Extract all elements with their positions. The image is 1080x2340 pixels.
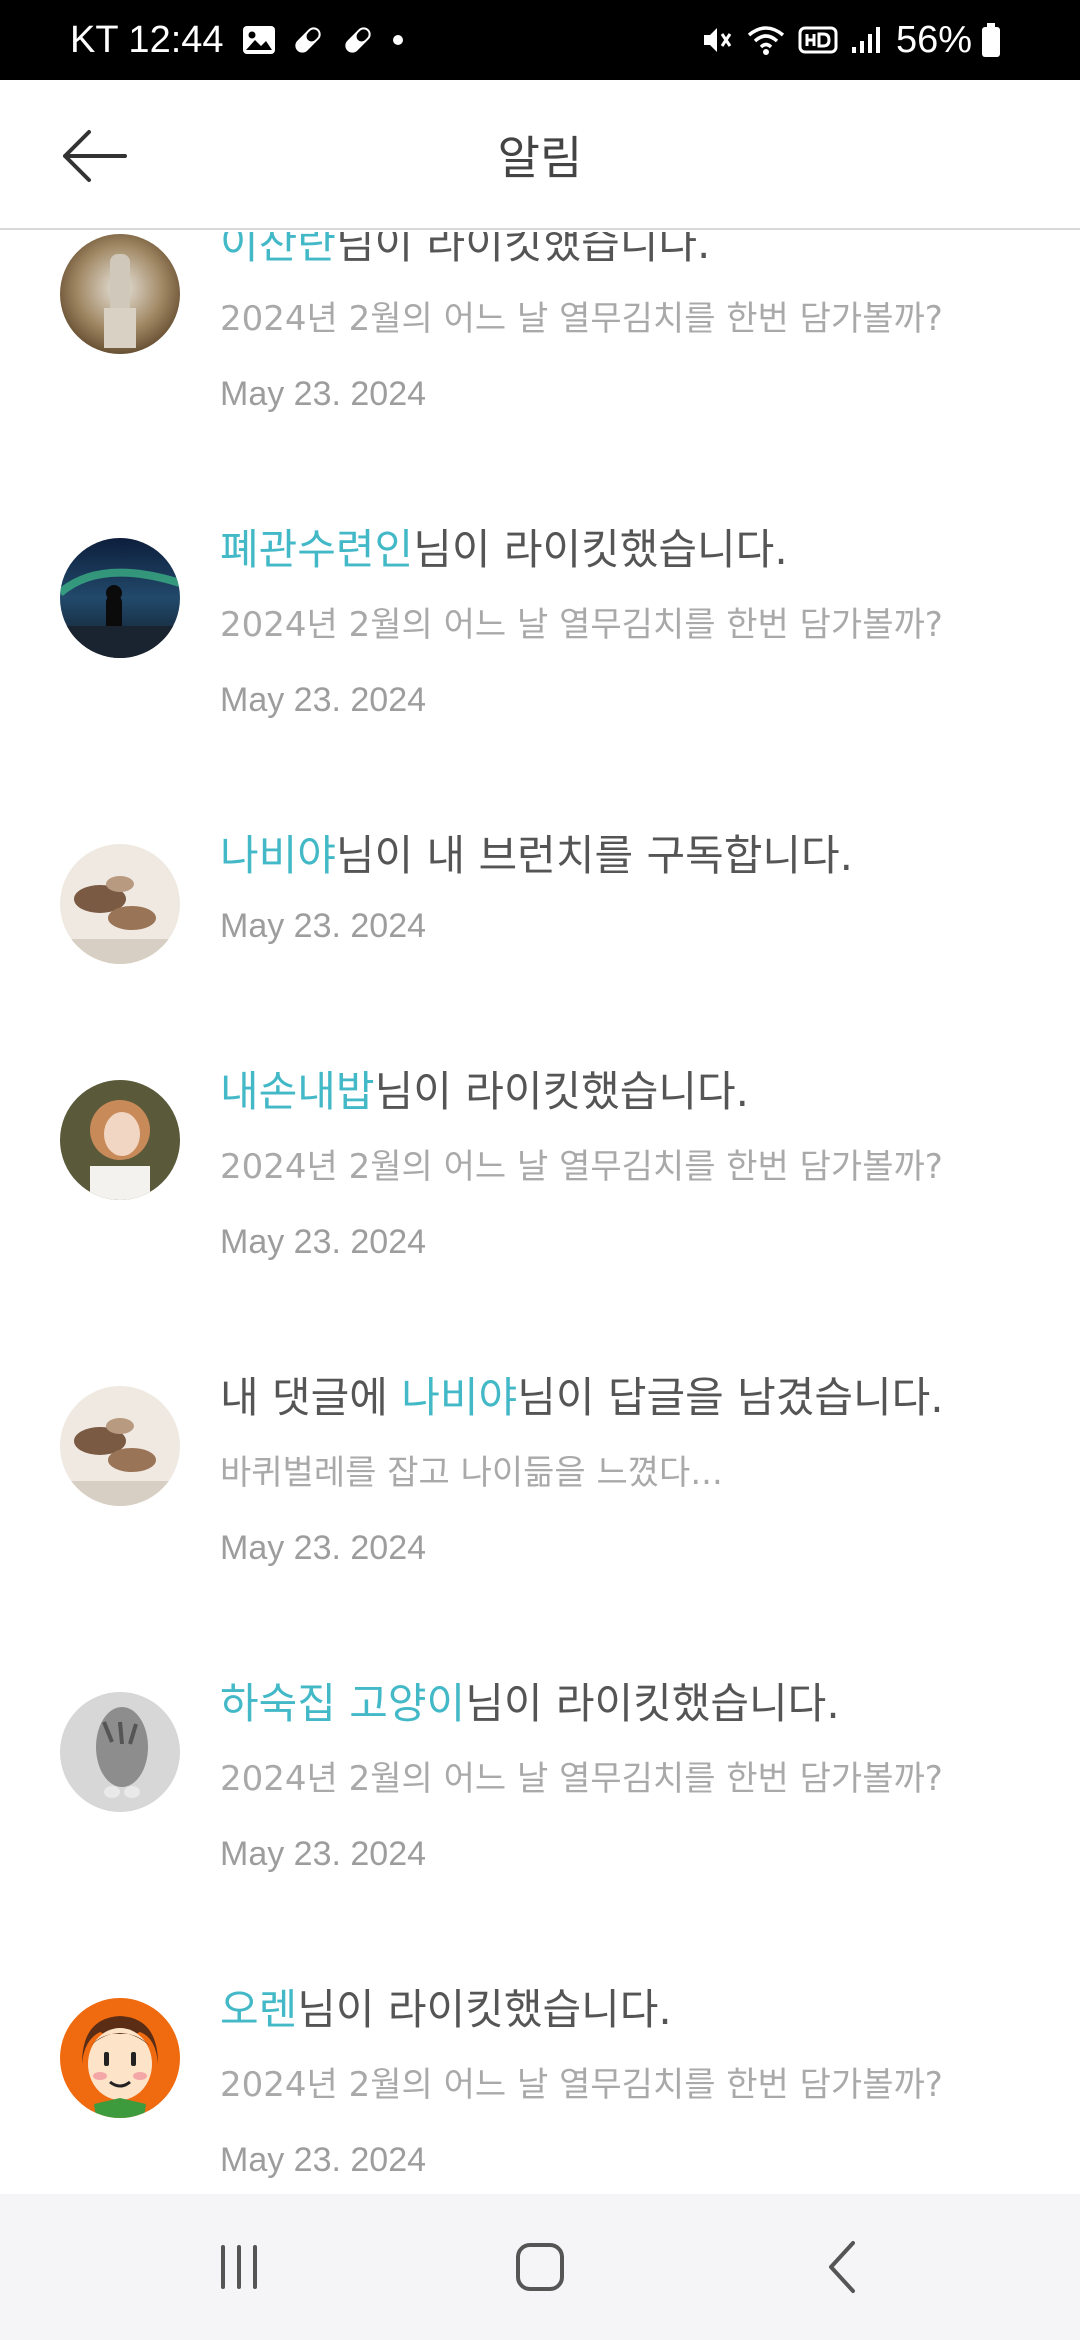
app-header: 알림 [0, 80, 1080, 230]
avatar[interactable] [60, 538, 180, 658]
notification-list[interactable]: 이찬란님이 라이킷했습니다. 2024년 2월의 어느 날 열무김치를 한번 담… [0, 232, 1080, 2192]
status-carrier-time: KT 12:44 [70, 18, 224, 61]
post-title[interactable]: 2024년 2월의 어느 날 열무김치를 한번 담가볼까? [220, 1754, 1040, 1804]
notification-headline: 나비야님이 내 브런치를 구독합니다. [220, 831, 854, 880]
notification-headline: 이찬란님이 라이킷했습니다. [220, 232, 1040, 272]
notification-texts: 내손내밥님이 라이킷했습니다. 2024년 2월의 어느 날 열무김치를 한번 … [220, 1064, 1040, 1264]
nickname-link[interactable]: 폐관수련인 [220, 525, 413, 574]
notification-headline: 오렌님이 라이킷했습니다. [220, 1985, 672, 2034]
mute-icon [700, 23, 734, 57]
notification-date: May 23. 2024 [220, 375, 427, 413]
notification-texts: 폐관수련인님이 라이킷했습니다. 2024년 2월의 어느 날 열무김치를 한번… [220, 522, 1040, 722]
signal-icon [850, 25, 884, 55]
notification-texts: 나비야님이 내 브런치를 구독합니다. May 23. 2024 [220, 828, 1040, 948]
system-nav-bar [0, 2194, 1080, 2340]
avatar[interactable] [60, 234, 180, 354]
nickname-link[interactable]: 하숙집 고양이 [220, 1679, 465, 1728]
image-icon [242, 25, 276, 55]
nickname-link[interactable]: 내손내밥 [220, 1067, 375, 1116]
notification-date: May 23. 2024 [220, 2141, 427, 2179]
avatar[interactable] [60, 1692, 180, 1812]
nickname-link[interactable]: 나비야 [220, 831, 336, 880]
status-right: 56% [700, 19, 1014, 62]
notification-date: May 23. 2024 [220, 907, 427, 945]
avatar[interactable] [60, 844, 180, 964]
status-left: KT 12:44 [70, 19, 420, 62]
avatar[interactable] [60, 1080, 180, 1200]
wifi-icon [746, 23, 786, 57]
notification-texts: 오렌님이 라이킷했습니다. 2024년 2월의 어느 날 열무김치를 한번 담가… [220, 1982, 1040, 2182]
battery-percent: 56% [895, 18, 972, 61]
recent-apps-button[interactable] [194, 2232, 284, 2302]
pill-icon [340, 22, 376, 58]
home-button[interactable] [495, 2232, 585, 2302]
nickname-link[interactable]: 오렌 [220, 1985, 297, 2034]
nav-back-button[interactable] [800, 2232, 890, 2302]
hd-icon [798, 25, 838, 55]
recent-apps-icon [221, 2245, 257, 2289]
notification-headline: 하숙집 고양이님이 라이킷했습니다. [220, 1679, 840, 1728]
page-title: 알림 [497, 131, 583, 185]
nickname-link[interactable]: 이찬란 [220, 232, 336, 268]
notification-date: May 23. 2024 [220, 1223, 427, 1261]
notification-texts: 내 댓글에 나비야님이 답글을 남겼습니다. 바퀴벌레를 잡고 나이듦을 느꼈다… [220, 1370, 1040, 1570]
notification-headline: 폐관수련인님이 라이킷했습니다. [220, 525, 788, 574]
notification-headline: 내손내밥님이 라이킷했습니다. [220, 1067, 750, 1116]
notification-date: May 23. 2024 [220, 1835, 427, 1873]
nickname-link[interactable]: 나비야 [401, 1373, 517, 1422]
comment-excerpt[interactable]: 바퀴벌레를 잡고 나이듦을 느꼈다... [220, 1448, 1040, 1498]
home-icon [516, 2243, 564, 2291]
notification-texts: 이찬란님이 라이킷했습니다. 2024년 2월의 어느 날 열무김치를 한번 담… [220, 232, 1040, 416]
post-title[interactable]: 2024년 2월의 어느 날 열무김치를 한번 담가볼까? [220, 294, 1040, 344]
avatar[interactable] [60, 1998, 180, 2118]
notification-texts: 하숙집 고양이님이 라이킷했습니다. 2024년 2월의 어느 날 열무김치를 … [220, 1676, 1040, 1876]
back-chevron-icon [829, 2241, 855, 2293]
post-title[interactable]: 2024년 2월의 어느 날 열무김치를 한번 담가볼까? [220, 600, 1040, 650]
notification-headline: 내 댓글에 나비야님이 답글을 남겼습니다. [220, 1373, 944, 1422]
pill-icon [290, 22, 326, 58]
battery-icon [980, 22, 1002, 58]
status-bar: KT 12:44 56% [0, 0, 1080, 80]
avatar[interactable] [60, 1386, 180, 1506]
dot-icon [390, 32, 406, 48]
notification-date: May 23. 2024 [220, 1529, 427, 1567]
post-title[interactable]: 2024년 2월의 어느 날 열무김치를 한번 담가볼까? [220, 1142, 1040, 1192]
notification-date: May 23. 2024 [220, 681, 427, 719]
post-title[interactable]: 2024년 2월의 어느 날 열무김치를 한번 담가볼까? [220, 2060, 1040, 2110]
